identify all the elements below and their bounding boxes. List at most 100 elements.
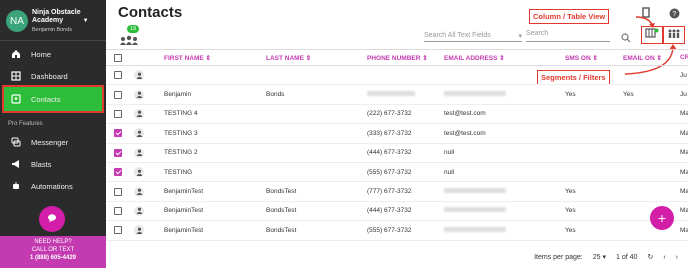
table-row[interactable]: TESTING (555) 677-3732 null Ma [106, 163, 688, 183]
row-checkbox[interactable] [114, 187, 122, 196]
sidebar-item-label: Blasts [31, 159, 52, 169]
row-checkbox[interactable] [114, 90, 122, 99]
table-row[interactable]: BenjaminTest BondsTest (555) 677-3732 Yes Ma [106, 221, 688, 241]
add-contact-button[interactable]: + [650, 206, 674, 230]
cell-phone: (555) 677-3732 [367, 226, 412, 234]
col-email[interactable]: EMAIL ADDRESS ⇕ [444, 54, 565, 62]
cell-created: Ma [680, 129, 688, 137]
cell-created: Ma [680, 226, 688, 234]
table-row[interactable]: TESTING 3 (333) 677-3732 test@test.com Ma [106, 124, 688, 144]
contact-avatar-icon [134, 128, 144, 139]
sidebar-item-blasts[interactable]: Blasts [0, 153, 106, 175]
help-line2: CALL OR TEXT [31, 247, 75, 253]
prev-page-icon[interactable]: ‹ [663, 254, 665, 261]
cell-first-name: TESTING 3 [164, 129, 198, 137]
row-checkbox[interactable] [114, 71, 122, 80]
contact-avatar-icon [134, 147, 144, 158]
messenger-icon [10, 136, 22, 148]
search-input[interactable]: Search [526, 30, 610, 42]
cell-phone: (333) 677-3732 [367, 129, 412, 137]
dashboard-icon [10, 70, 22, 82]
table-row[interactable]: BenjaminTest BondsTest (444) 677-3732 Yes Ma [106, 202, 688, 222]
table-row[interactable]: BenjaminTest BondsTest (777) 677-3732 Yes Ma [106, 182, 688, 202]
cell-sms-on: Yes [565, 91, 576, 99]
table-header: FIRST NAME ⇕ LAST NAME ⇕ PHONE NUMBER ⇕ … [106, 49, 688, 66]
contact-avatar-icon [134, 167, 144, 178]
sidebar-item-dashboard[interactable]: Dashboard [0, 65, 106, 87]
col-phone[interactable]: PHONE NUMBER ⇕ [367, 54, 444, 62]
sidebar-item-automations[interactable]: Automations [0, 175, 106, 197]
org-name-line2: Academy [32, 16, 64, 24]
sidebar-item-contacts[interactable]: Contacts [2, 85, 104, 113]
sidebar-item-label: Contacts [31, 94, 61, 104]
col-email-on[interactable]: EMAIL ON ⇕ [623, 54, 680, 62]
refresh-icon[interactable]: ↻ [647, 253, 653, 261]
cell-first-name: TESTING [164, 168, 193, 176]
cell-sms-on: Yes [565, 207, 576, 215]
cell-email: test@test.com [444, 129, 486, 137]
chat-button[interactable] [39, 206, 65, 232]
cell-created: Ju [680, 71, 687, 79]
cell-created: Ma [680, 207, 688, 215]
contact-avatar-icon [134, 205, 144, 216]
cell-first-name: TESTING 2 [164, 149, 198, 157]
cell-email [444, 226, 565, 234]
table-row[interactable]: TESTING 4 (222) 677-3732 test@test.com Ma [106, 105, 688, 125]
row-checkbox[interactable] [114, 226, 122, 235]
table-row[interactable]: TESTING 2 (444) 677-3732 null Ma [106, 144, 688, 163]
cell-last-name: BondsTest [266, 207, 297, 215]
cell-email-on: Yes [623, 91, 634, 99]
caret-down-icon: ▾ [518, 32, 522, 40]
cell-email [444, 188, 565, 195]
cell-created: Ma [680, 188, 688, 196]
row-checkbox[interactable] [114, 206, 122, 215]
row-checkbox[interactable] [114, 168, 122, 177]
contact-avatar-icon [134, 70, 144, 81]
home-icon [10, 48, 22, 60]
contacts-icon [10, 93, 22, 105]
help-line1: NEED HELP? [34, 239, 72, 245]
cell-phone: (222) 677-3732 [367, 110, 412, 118]
col-created[interactable]: CR [680, 54, 688, 61]
table-row[interactable]: Benjamin Bonds Yes Yes Ju [106, 85, 688, 105]
robot-icon [10, 180, 22, 192]
cell-sms-on: Yes [565, 226, 576, 234]
account-switcher[interactable]: NA Ninja Obstacle Academy Benjamin Bonds… [0, 0, 106, 38]
sidebar-item-messenger[interactable]: Messenger [0, 131, 106, 153]
help-icon[interactable]: ? [669, 6, 680, 24]
pagination: Items per page: 25 ▾ 1 of 40 ↻ ‹ › [106, 246, 688, 268]
help-banner[interactable]: NEED HELP? CALL OR TEXT 1 (888) 605-4429 [0, 236, 106, 268]
caret-down-icon: ▼ [82, 18, 89, 24]
contact-avatar-icon [134, 108, 144, 119]
select-all-checkbox[interactable] [114, 53, 122, 62]
next-page-icon[interactable]: › [676, 254, 678, 261]
help-phone: 1 (888) 605-4429 [29, 255, 77, 261]
cell-first-name: BenjaminTest [164, 207, 204, 215]
cell-sms-on: Yes [565, 188, 576, 196]
cell-phone [367, 91, 444, 98]
search-all-fields-select[interactable]: Search All Text Fields ▾ [424, 30, 522, 42]
row-checkbox[interactable] [114, 109, 122, 118]
sidebar: NA Ninja Obstacle Academy Benjamin Bonds… [0, 0, 106, 268]
row-checkbox[interactable] [114, 129, 122, 138]
cell-first-name: BenjaminTest [164, 188, 204, 196]
contacts-table: FIRST NAME ⇕ LAST NAME ⇕ PHONE NUMBER ⇕ … [106, 49, 688, 241]
col-first-name[interactable]: FIRST NAME ⇕ [164, 54, 266, 62]
col-sms-on[interactable]: SMS ON ⇕ [565, 54, 623, 62]
cell-email [444, 91, 565, 98]
cell-first-name: BenjaminTest [164, 226, 204, 234]
table-row[interactable]: Ju [106, 66, 688, 86]
sidebar-item-home[interactable]: Home [0, 43, 106, 65]
org-avatar: NA [6, 10, 28, 32]
row-checkbox[interactable] [114, 148, 122, 157]
page-title: Contacts [118, 4, 183, 21]
cell-email [444, 207, 565, 214]
cell-email: null [444, 149, 455, 157]
col-last-name[interactable]: LAST NAME ⇕ [266, 54, 367, 62]
cell-created: Ma [680, 168, 688, 176]
sidebar-item-label: Messenger [31, 137, 69, 147]
cell-created: Ma [680, 110, 688, 118]
items-per-page-select[interactable]: 25 ▾ [593, 253, 606, 261]
svg-text:?: ? [672, 11, 676, 18]
segments-filters-button[interactable] [663, 26, 685, 44]
